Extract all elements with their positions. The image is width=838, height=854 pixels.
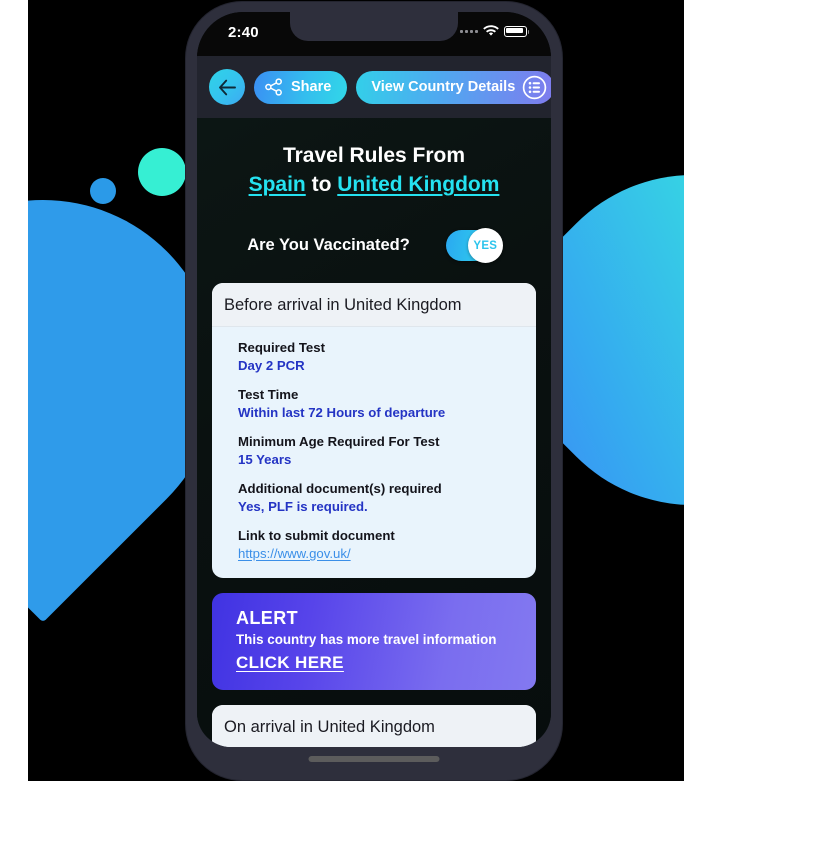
- field-value: Within last 72 Hours of departure: [238, 405, 446, 420]
- status-bar: 2:40: [197, 12, 551, 56]
- field-value: 15 Years: [238, 452, 292, 467]
- battery-icon: [504, 25, 530, 37]
- before-arrival-card-header: Before arrival in United Kingdom: [212, 283, 536, 327]
- vaccination-row: Are You Vaccinated? YES: [197, 228, 551, 263]
- share-button-label: Share: [291, 79, 332, 95]
- vaccination-toggle-knob: YES: [467, 228, 503, 263]
- destination-country-link[interactable]: United Kingdom: [337, 173, 499, 196]
- view-country-details-label: View Country Details: [371, 79, 516, 95]
- field-submit-link: Link to submit document https://www.gov.…: [238, 527, 524, 563]
- arrow-left-icon: [218, 79, 236, 95]
- status-bar-time: 2:40: [228, 24, 259, 41]
- screen-content: Travel Rules From Spain to United Kingdo…: [197, 118, 551, 747]
- field-value: Day 2 PCR: [238, 358, 305, 373]
- page-title-line-1: Travel Rules From: [282, 144, 466, 167]
- on-arrival-card-header: On arrival in United Kingdom: [212, 705, 536, 747]
- list-circle-icon: [523, 75, 547, 99]
- field-label: Minimum Age Required For Test: [238, 434, 440, 449]
- wifi-icon: [483, 25, 499, 36]
- decorative-circle-large: [138, 148, 186, 196]
- submit-document-link[interactable]: https://www.gov.uk/: [238, 545, 524, 563]
- on-arrival-card: On arrival in United Kingdom Required Te…: [212, 705, 536, 747]
- app-toolbar: Share View Country Details: [197, 56, 551, 118]
- phone-frame: 2:40 Share View Country Details Travel R…: [186, 2, 562, 780]
- field-test-time: Test Time Within last 72 Hours of depart…: [238, 386, 524, 422]
- alert-card[interactable]: ALERT This country has more travel infor…: [212, 593, 536, 690]
- origin-country-link[interactable]: Spain: [249, 173, 306, 196]
- screenshot-stage: 2:40 Share View Country Details Travel R…: [0, 0, 838, 854]
- decorative-circle-small: [90, 178, 116, 204]
- title-connector: to: [311, 173, 332, 196]
- field-additional-documents: Additional document(s) required Yes, PLF…: [238, 480, 524, 516]
- field-label: Additional document(s) required: [238, 481, 442, 496]
- status-bar-icons: [460, 25, 530, 37]
- before-arrival-card: Before arrival in United Kingdom Require…: [212, 283, 536, 578]
- view-country-details-button[interactable]: View Country Details: [356, 70, 551, 104]
- before-arrival-card-body: Required Test Day 2 PCR Test Time Within…: [212, 327, 536, 578]
- share-nodes-icon: [265, 78, 282, 96]
- rules-card-list: Before arrival in United Kingdom Require…: [197, 261, 551, 747]
- back-button[interactable]: [209, 69, 245, 105]
- page-title-line-2: Spain to United Kingdom: [209, 170, 539, 200]
- vaccination-toggle[interactable]: YES: [445, 228, 503, 263]
- vaccination-question-label: Are You Vaccinated?: [247, 236, 410, 254]
- alert-title: ALERT: [236, 608, 298, 628]
- field-minimum-age: Minimum Age Required For Test 15 Years: [238, 433, 524, 469]
- page-title: Travel Rules From Spain to United Kingdo…: [197, 118, 551, 200]
- home-indicator: [308, 756, 440, 762]
- field-label: Link to submit document: [238, 528, 395, 543]
- field-label: Test Time: [238, 387, 299, 402]
- alert-text: This country has more travel information: [236, 632, 497, 647]
- vaccination-toggle-value: YES: [473, 239, 498, 252]
- field-label: Required Test: [238, 340, 325, 355]
- field-required-test: Required Test Day 2 PCR: [238, 339, 524, 375]
- signal-dots-icon: [460, 29, 478, 33]
- share-button[interactable]: Share: [254, 70, 348, 104]
- phone-notch: [290, 12, 458, 41]
- phone-screen: 2:40 Share View Country Details Travel R…: [197, 12, 551, 747]
- alert-click-here-link[interactable]: CLICK HERE: [236, 650, 344, 675]
- field-value: Yes, PLF is required.: [238, 499, 368, 514]
